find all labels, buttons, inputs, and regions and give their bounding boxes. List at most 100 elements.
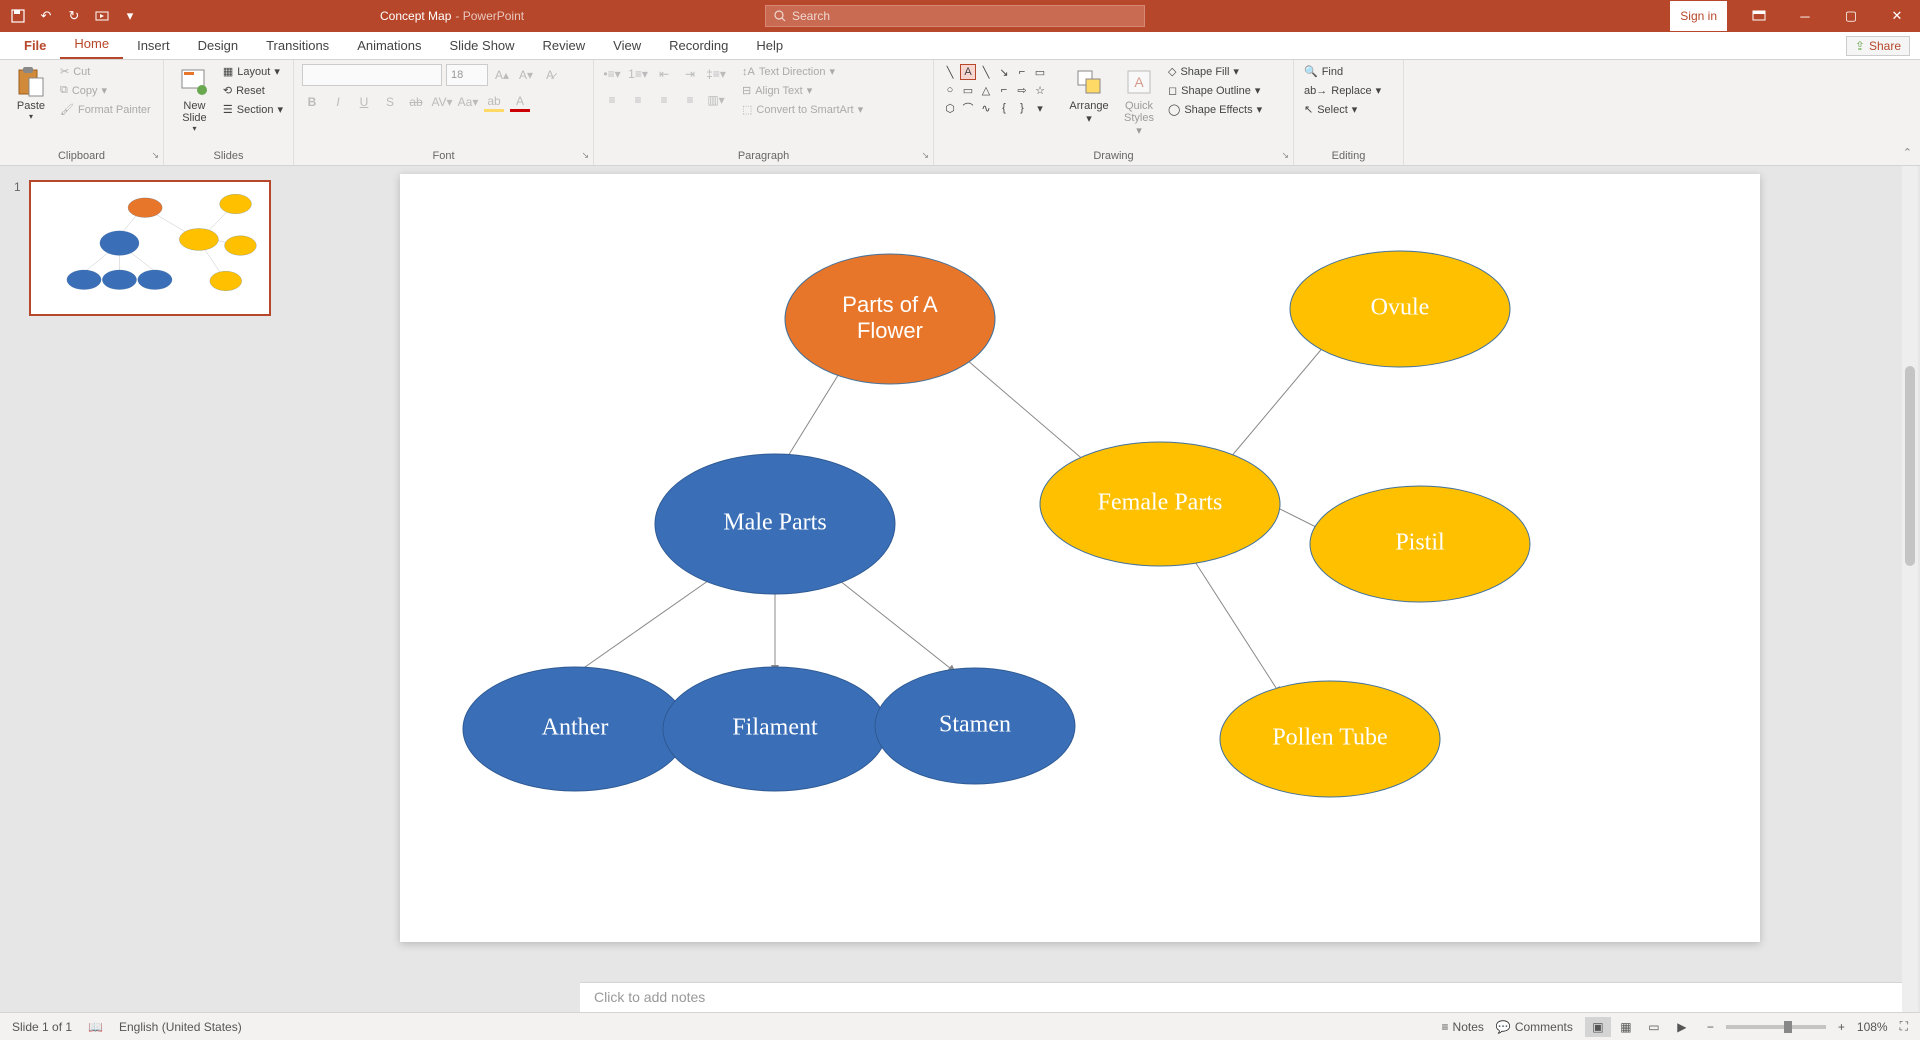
save-icon[interactable] [10, 8, 26, 24]
select-button[interactable]: ↖Select ▾ [1302, 102, 1383, 117]
new-slide-button[interactable]: New Slide ▾ [172, 64, 217, 135]
share-button[interactable]: ⇪Share [1846, 36, 1910, 56]
zoom-slider[interactable] [1726, 1025, 1826, 1029]
paragraph-launcher-icon[interactable]: ↘ [921, 150, 929, 161]
format-painter-button[interactable]: 🖌Format Painter [58, 102, 153, 117]
shape-fill-button[interactable]: ◇Shape Fill ▾ [1166, 64, 1264, 79]
shape-effects-button[interactable]: ◯Shape Effects ▾ [1166, 102, 1264, 117]
tab-animations[interactable]: Animations [343, 32, 435, 59]
tab-file[interactable]: File [10, 32, 60, 59]
shape-textbox-icon[interactable]: A [960, 64, 976, 80]
paste-button[interactable]: Paste ▾ [8, 64, 54, 123]
font-size-input[interactable] [446, 64, 488, 86]
tab-review[interactable]: Review [529, 32, 600, 59]
highlight-icon[interactable]: ab [484, 92, 504, 112]
font-launcher-icon[interactable]: ↘ [581, 150, 589, 161]
reading-view-icon[interactable]: ▭ [1641, 1017, 1667, 1037]
quick-styles-button[interactable]: A Quick Styles▾ [1116, 64, 1162, 139]
convert-smartart-button[interactable]: ⬚Convert to SmartArt ▾ [740, 102, 865, 117]
align-left-icon[interactable]: ≡ [602, 90, 622, 110]
justify-icon[interactable]: ≡ [680, 90, 700, 110]
redo-icon[interactable]: ↻ [66, 8, 82, 24]
shape-line2-icon[interactable]: ╲ [978, 64, 994, 80]
maximize-icon[interactable]: ▢ [1828, 0, 1874, 32]
decrease-font-icon[interactable]: A▾ [516, 65, 536, 85]
slide[interactable]: Parts of AFlower Male Parts Anther Filam… [400, 174, 1760, 942]
shape-triangle-icon[interactable]: △ [978, 82, 994, 98]
replace-button[interactable]: ab→Replace ▾ [1302, 83, 1383, 98]
drawing-launcher-icon[interactable]: ↘ [1281, 150, 1289, 161]
text-direction-button[interactable]: ↕AText Direction ▾ [740, 64, 865, 79]
decrease-indent-icon[interactable]: ⇤ [654, 64, 674, 84]
clipboard-launcher-icon[interactable]: ↘ [151, 150, 159, 161]
align-text-button[interactable]: ⊟Align Text ▾ [740, 83, 865, 98]
shape-connector-icon[interactable]: ⌐ [1014, 64, 1030, 80]
bold-icon[interactable]: B [302, 92, 322, 112]
bullets-icon[interactable]: •≡▾ [602, 64, 622, 84]
node-pollen-tube[interactable]: Pollen Tube [1220, 681, 1440, 797]
shape-arc-icon[interactable]: ⌒ [960, 100, 976, 116]
strikethrough-icon[interactable]: ab [406, 92, 426, 112]
clear-formatting-icon[interactable]: A̷ [540, 65, 560, 85]
tab-recording[interactable]: Recording [655, 32, 742, 59]
node-stamen[interactable]: Stamen [875, 668, 1075, 784]
search-input[interactable]: Search [765, 5, 1145, 27]
reset-button[interactable]: ⟲Reset [221, 83, 285, 98]
shape-star-icon[interactable]: ☆ [1032, 82, 1048, 98]
signin-button[interactable]: Sign in [1669, 0, 1728, 32]
shape-line-icon[interactable]: ╲ [942, 64, 958, 80]
notes-toggle[interactable]: ≡ Notes [1442, 1020, 1484, 1034]
comments-toggle[interactable]: 💬 Comments [1496, 1020, 1573, 1034]
node-female-parts[interactable]: Female Parts [1040, 442, 1280, 566]
node-pistil[interactable]: Pistil [1310, 486, 1530, 602]
shape-hexagon-icon[interactable]: ⬡ [942, 100, 958, 116]
vertical-scrollbar[interactable] [1902, 166, 1918, 1012]
italic-icon[interactable]: I [328, 92, 348, 112]
font-color-icon[interactable]: A [510, 92, 530, 112]
char-spacing-icon[interactable]: AV▾ [432, 92, 452, 112]
shape-outline-button[interactable]: ◻Shape Outline ▾ [1166, 83, 1264, 98]
layout-button[interactable]: ▦Layout ▾ [221, 64, 285, 79]
cut-button[interactable]: ✂Cut [58, 64, 153, 79]
tab-transitions[interactable]: Transitions [252, 32, 343, 59]
shape-rightarrow-icon[interactable]: ⇨ [1014, 82, 1030, 98]
numbering-icon[interactable]: 1≡▾ [628, 64, 648, 84]
columns-icon[interactable]: ▥▾ [706, 90, 726, 110]
find-button[interactable]: 🔍Find [1302, 64, 1383, 79]
shape-arrow-icon[interactable]: ↘ [996, 64, 1012, 80]
close-icon[interactable]: ✕ [1874, 0, 1920, 32]
tab-home[interactable]: Home [60, 30, 123, 59]
align-center-icon[interactable]: ≡ [628, 90, 648, 110]
shapes-gallery[interactable]: ╲ A ╲ ↘ ⌐ ▭ ○ ▭ △ ⌐ ⇨ ☆ ⬡ ⌒ ∿ { } ▾ [942, 64, 1062, 116]
node-male-parts[interactable]: Male Parts [655, 454, 895, 594]
shapes-more-icon[interactable]: ▾ [1032, 100, 1048, 116]
zoom-out-icon[interactable]: − [1707, 1020, 1714, 1034]
spellcheck-icon[interactable]: 📖 [88, 1020, 103, 1034]
minimize-icon[interactable]: ─ [1782, 0, 1828, 32]
tab-slideshow[interactable]: Slide Show [436, 32, 529, 59]
increase-indent-icon[interactable]: ⇥ [680, 64, 700, 84]
section-button[interactable]: ☰Section ▾ [221, 102, 285, 117]
shape-rect-icon[interactable]: ▭ [1032, 64, 1048, 80]
shape-brace-icon[interactable]: { [996, 100, 1012, 116]
shape-brace2-icon[interactable]: } [1014, 100, 1030, 116]
increase-font-icon[interactable]: A▴ [492, 65, 512, 85]
zoom-level[interactable]: 108% [1857, 1020, 1888, 1034]
change-case-icon[interactable]: Aa▾ [458, 92, 478, 112]
collapse-ribbon-icon[interactable]: ⌃ [1903, 146, 1912, 159]
language-status[interactable]: English (United States) [119, 1020, 242, 1034]
align-right-icon[interactable]: ≡ [654, 90, 674, 110]
tab-help[interactable]: Help [742, 32, 797, 59]
copy-button[interactable]: ⧉Copy ▾ [58, 83, 153, 98]
shape-rect2-icon[interactable]: ▭ [960, 82, 976, 98]
arrange-button[interactable]: Arrange▾ [1066, 64, 1112, 127]
underline-icon[interactable]: U [354, 92, 374, 112]
shape-curve-icon[interactable]: ∿ [978, 100, 994, 116]
shape-oval-icon[interactable]: ○ [942, 82, 958, 98]
slide-count[interactable]: Slide 1 of 1 [12, 1020, 72, 1034]
line-spacing-icon[interactable]: ‡≡▾ [706, 64, 726, 84]
undo-icon[interactable]: ↶ [38, 8, 54, 24]
qat-dropdown-icon[interactable]: ▾ [122, 8, 138, 24]
tab-design[interactable]: Design [184, 32, 252, 59]
zoom-in-icon[interactable]: + [1838, 1020, 1845, 1034]
